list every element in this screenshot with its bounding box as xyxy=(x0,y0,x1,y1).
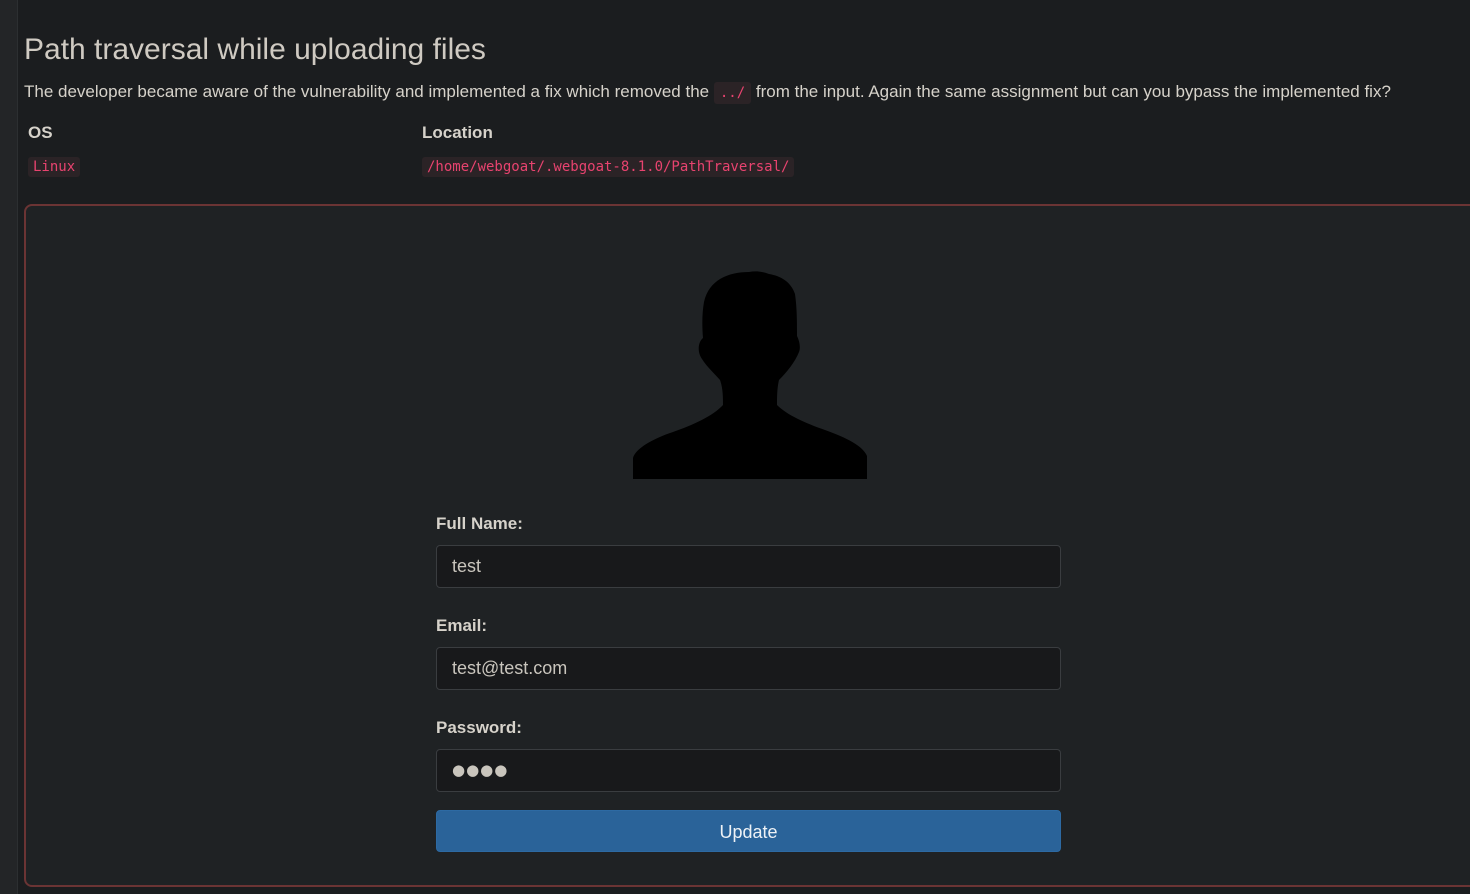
full-name-label: Full Name: xyxy=(436,514,523,533)
assignment-panel: Full Name: test Email: test@test.com Pas… xyxy=(24,204,1470,887)
password-label: Password: xyxy=(436,718,522,737)
os-value: Linux xyxy=(28,157,81,177)
intro-text-before: The developer became aware of the vulner… xyxy=(24,82,710,101)
full-name-input[interactable]: test xyxy=(436,545,1061,588)
lesson-content: Path traversal while uploading files The… xyxy=(24,0,1470,894)
profile-form: Full Name: test Email: test@test.com Pas… xyxy=(436,514,1061,852)
update-button[interactable]: Update xyxy=(436,810,1061,852)
location-value: /home/webgoat/.webgoat-8.1.0/PathTravers… xyxy=(422,157,795,177)
password-input[interactable]: ●●●● xyxy=(436,749,1061,792)
table-row: Linux /home/webgoat/.webgoat-8.1.0/PathT… xyxy=(24,151,798,183)
environment-table: OS Location Linux /home/webgoat/.webgoat… xyxy=(24,120,798,183)
page-title: Path traversal while uploading files xyxy=(24,33,486,66)
location-cell: /home/webgoat/.webgoat-8.1.0/PathTravers… xyxy=(418,151,798,183)
os-cell: Linux xyxy=(24,151,418,183)
intro-text: The developer became aware of the vulner… xyxy=(24,82,1391,104)
user-silhouette-icon xyxy=(633,271,867,479)
email-input[interactable]: test@test.com xyxy=(436,647,1061,690)
email-label: Email: xyxy=(436,616,488,635)
left-sidebar-rail xyxy=(0,0,18,894)
os-column-header: OS xyxy=(28,123,53,142)
location-column-header: Location xyxy=(422,123,493,142)
intro-code: ../ xyxy=(713,82,752,104)
intro-text-after: from the input. Again the same assignmen… xyxy=(755,82,1391,101)
environment-table-header: OS Location xyxy=(24,120,798,151)
